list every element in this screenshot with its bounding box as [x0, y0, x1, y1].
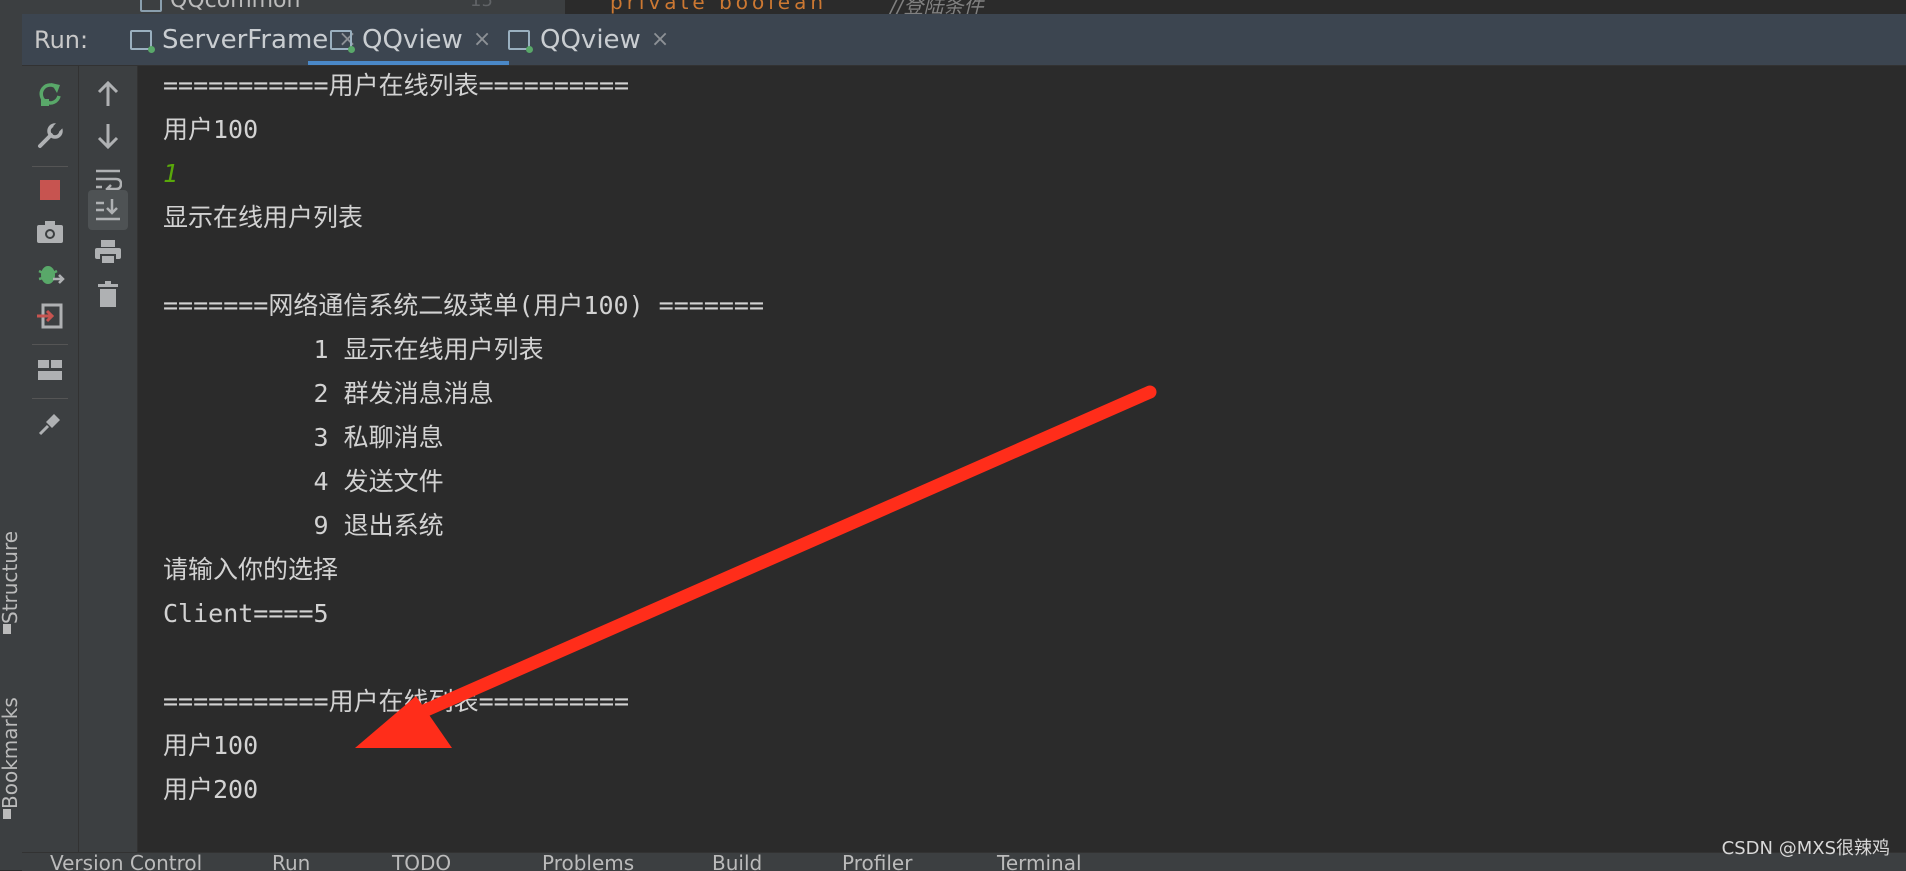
toolbar-separator [32, 398, 68, 399]
wrench-icon[interactable] [30, 116, 70, 156]
scroll-to-end-icon[interactable] [88, 190, 128, 230]
structure-icon [3, 624, 11, 634]
tab-label: QQview [362, 24, 463, 55]
project-tab-label: QQcommon [170, 0, 301, 13]
run-config-icon [508, 29, 533, 53]
arrow-up-icon[interactable] [88, 74, 128, 114]
console-line: 显示在线用户列表 [163, 203, 364, 232]
exit-icon[interactable] [30, 296, 70, 336]
close-icon[interactable]: × [651, 27, 669, 52]
problems-tab[interactable]: Problems [542, 853, 634, 871]
console-line: 用户200 [163, 775, 259, 804]
toolbar-separator [32, 166, 68, 167]
structure-tool-button[interactable]: Structure [0, 531, 22, 624]
code-comment: //登陆条件 [890, 0, 984, 14]
console-line: =======网络通信系统二级菜单(用户100) ======= [163, 291, 765, 320]
tab-qqview-active[interactable]: QQview × [308, 14, 510, 65]
arrow-down-icon[interactable] [88, 116, 128, 156]
tab-qqview[interactable]: QQview × [508, 14, 669, 65]
run-config-icon [130, 29, 155, 53]
stop-icon[interactable] [30, 170, 70, 210]
tab-label: ServerFrame [162, 24, 329, 55]
console-line: ===========用户在线列表========== [163, 687, 630, 716]
tab-label: QQview [540, 24, 641, 55]
code-keyword: private boolean [610, 0, 828, 14]
console-line: 2 群发消息消息 [163, 379, 494, 408]
console-output[interactable]: ===========用户在线列表========== 用户100 1 显示在线… [138, 66, 1906, 852]
console-line: 请输入你的选择 [163, 555, 339, 584]
rerun-icon[interactable] [30, 74, 70, 114]
console-line: 9 退出系统 [163, 511, 444, 540]
console-line: ===========用户在线列表========== [163, 71, 630, 100]
bookmarks-icon [3, 809, 11, 819]
layout-icon[interactable] [30, 350, 70, 390]
pin-icon[interactable] [30, 404, 70, 444]
profiler-tab[interactable]: Profiler [842, 853, 912, 871]
camera-icon[interactable] [30, 212, 70, 252]
trash-icon[interactable] [88, 274, 128, 314]
tool-window-bar: Version Control Run TODO Problems Build … [22, 852, 1906, 871]
line-number: 15 [470, 0, 493, 11]
console-toolbar [79, 66, 138, 870]
module-icon [140, 0, 162, 12]
run-panel-header: Run: ServerFrame × QQview × QQview × [22, 14, 1906, 66]
console-line: 1 显示在线用户列表 [163, 335, 544, 364]
project-tab[interactable]: QQcommon [140, 0, 300, 13]
print-icon[interactable] [88, 232, 128, 272]
run-toolbar [22, 66, 79, 870]
version-control-tab[interactable]: Version Control [50, 853, 202, 871]
console-line: 4 发送文件 [163, 467, 444, 496]
console-line: 用户100 [163, 115, 259, 144]
console-line: Client====5 [163, 599, 329, 628]
console-line: 3 私聊消息 [163, 423, 444, 452]
bookmarks-tool-button[interactable]: Bookmarks [0, 697, 22, 809]
build-tab[interactable]: Build [712, 853, 762, 871]
close-icon[interactable]: × [473, 27, 491, 52]
run-tab[interactable]: Run [272, 853, 310, 871]
debug-icon[interactable] [30, 254, 70, 294]
run-config-icon [330, 29, 355, 53]
watermark: CSDN @MXS很辣鸡 [1721, 838, 1890, 859]
run-label: Run: [34, 26, 89, 54]
toolbar-separator [32, 344, 68, 345]
terminal-tab[interactable]: Terminal [997, 853, 1082, 871]
console-line: 用户100 [163, 731, 259, 760]
console-user-input: 1 [163, 159, 179, 188]
todo-tab[interactable]: TODO [392, 853, 451, 871]
tool-window-stripe: Structure Bookmarks [0, 14, 23, 870]
editor-tab-strip: QQcommon 15 private boolean //登陆条件 [0, 0, 1906, 14]
